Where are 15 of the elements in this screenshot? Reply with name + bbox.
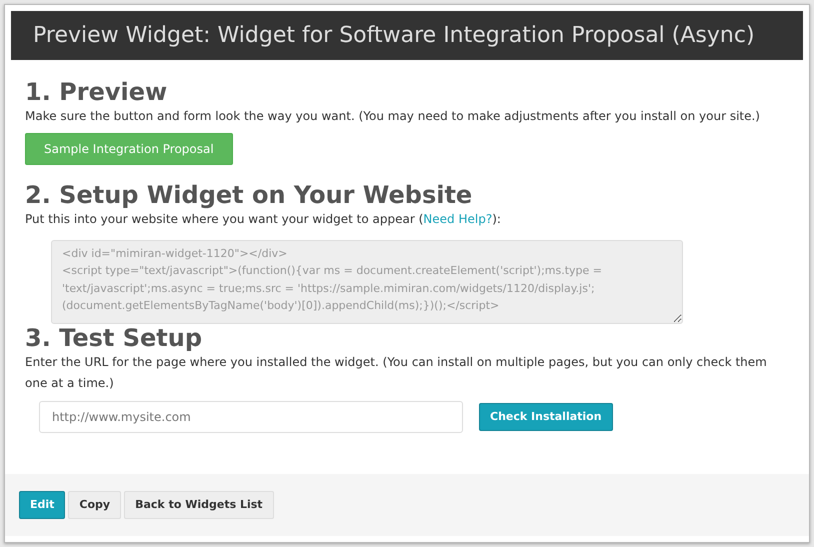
- footer-button[interactable]: Copy: [68, 490, 122, 519]
- sample-button[interactable]: Sample Integration Proposal: [25, 132, 233, 165]
- section-description: Make sure the button and form look the way you want. (You may need to make adjustments after you install on your site.): [25, 108, 761, 125]
- section-description: Put this into your website where you want your widget to appear (Need Help?):: [25, 210, 502, 228]
- section-heading: 3. Test Setup: [25, 324, 204, 352]
- section-heading: 2. Setup Widget on Your Website: [25, 180, 474, 210]
- footer-button[interactable]: Edit: [19, 490, 66, 519]
- section-description: Enter the URL for the page where you installed the widget. (You can install on multiple pages, but you can only check them one at a time.): [25, 354, 768, 392]
- code-field[interactable]: <div id="mimiran-widget-1120"></div> <script type="text/javascript">(function(){var ms = document.createElement('script');ms.type = 'text/javascript';ms.async = true;ms.src = 'https://sample.mimiran.com/widgets/1120/display.js'; (document.getElementsByTagName('body')[0]).appendChild(ms);})();</script>: [51, 240, 683, 324]
- section-heading: 1. Preview: [25, 78, 168, 107]
- url-input-field[interactable]: http://www.mysite.com: [39, 401, 463, 434]
- footer-button[interactable]: Back to Widgets List: [124, 490, 274, 519]
- help-link[interactable]: Need Help?: [423, 212, 492, 226]
- check-installation-button[interactable]: Check Installation: [479, 402, 613, 432]
- window-title: Preview Widget: Widget for Software Integration Proposal (Async): [11, 11, 803, 60]
